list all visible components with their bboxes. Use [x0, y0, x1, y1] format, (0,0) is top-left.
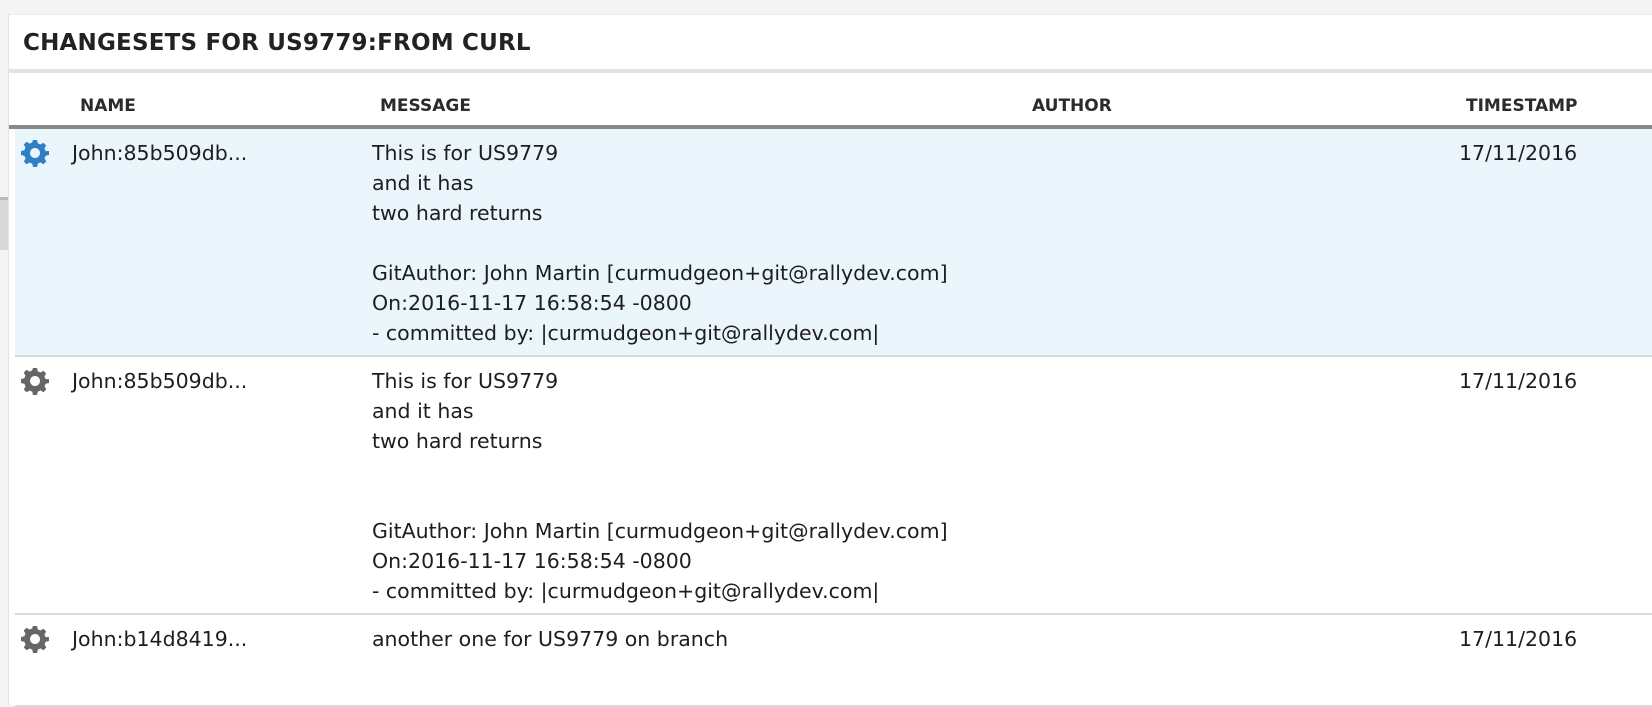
column-header-author[interactable]: AUTHOR — [1032, 96, 1112, 116]
changeset-timestamp: 17/11/2016 — [1459, 627, 1578, 651]
adjacent-panel-edge — [0, 197, 8, 250]
gear-icon[interactable] — [21, 139, 49, 167]
changeset-timestamp: 17/11/2016 — [1459, 141, 1578, 165]
table-row[interactable]: John:85b509db... This is for US9779 and … — [15, 357, 1652, 615]
changesets-panel: CHANGESETS FOR US9779:FROM CURL NAME MES… — [8, 14, 1652, 707]
changeset-name[interactable]: John:85b509db... — [72, 366, 247, 396]
gear-icon[interactable] — [21, 367, 49, 395]
panel-header: CHANGESETS FOR US9779:FROM CURL — [9, 15, 1652, 73]
changeset-message: This is for US9779 and it has two hard r… — [372, 369, 948, 603]
column-header-message[interactable]: MESSAGE — [380, 96, 471, 116]
column-header-timestamp[interactable]: TIMESTAMP — [1466, 96, 1578, 116]
panel-title: CHANGESETS FOR US9779:FROM CURL — [23, 30, 531, 56]
table-row[interactable]: John:b14d8419... another one for US9779 … — [15, 615, 1652, 707]
grid-header: NAME MESSAGE AUTHOR TIMESTAMP — [9, 73, 1652, 129]
changeset-message: This is for US9779 and it has two hard r… — [372, 141, 948, 345]
table-row[interactable]: John:85b509db... This is for US9779 and … — [15, 129, 1652, 357]
changeset-name[interactable]: John:b14d8419... — [72, 624, 247, 654]
changeset-timestamp: 17/11/2016 — [1459, 369, 1578, 393]
changeset-message: another one for US9779 on branch — [372, 627, 729, 651]
changesets-grid: NAME MESSAGE AUTHOR TIMESTAMP John:85b50… — [9, 73, 1652, 707]
column-header-name[interactable]: NAME — [80, 96, 136, 116]
changeset-name[interactable]: John:85b509db... — [72, 138, 247, 168]
gear-icon[interactable] — [21, 625, 49, 653]
